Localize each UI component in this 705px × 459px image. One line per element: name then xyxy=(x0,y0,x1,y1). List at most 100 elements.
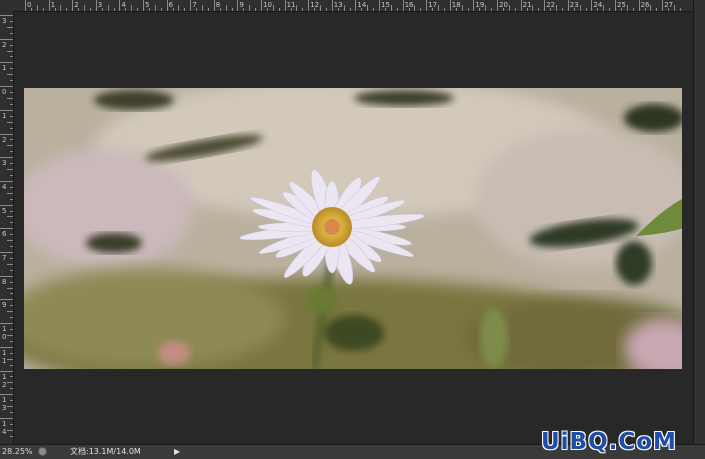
ruler-label: 1 xyxy=(50,1,56,9)
ruler-label: 11 xyxy=(286,1,296,9)
ruler-major-tick xyxy=(426,0,428,11)
ruler-minor-tick xyxy=(7,406,13,408)
ruler-label: 10 xyxy=(263,1,272,9)
ruler-minor-tick xyxy=(7,97,13,99)
ruler-major-tick xyxy=(591,0,593,11)
ruler-minor-tick xyxy=(184,8,186,11)
ruler-minor-tick xyxy=(10,103,13,105)
ruler-minor-tick xyxy=(249,5,251,11)
ruler-minor-tick xyxy=(467,8,469,11)
ruler-label: 20 xyxy=(499,1,508,9)
ruler-major-tick xyxy=(0,109,13,111)
horizontal-ruler[interactable]: 0 1 2 3 4 5 6 7 8 9 10 11 12 13 14 15 16 17 18 19 20 21 22 23 24… xyxy=(13,0,693,12)
vertical-ruler[interactable]: 32101234567891 01 11 21 31 4 xyxy=(0,11,14,444)
ruler-minor-tick xyxy=(10,376,13,378)
ruler-minor-tick xyxy=(10,435,13,437)
ruler-minor-tick xyxy=(7,26,13,28)
ruler-minor-tick xyxy=(485,5,487,11)
ruler-minor-tick xyxy=(10,92,13,94)
ruler-major-tick xyxy=(544,0,546,11)
ruler-minor-tick xyxy=(349,8,351,11)
ruler-minor-tick xyxy=(7,429,13,431)
ruler-major-tick xyxy=(662,0,664,11)
info-icon[interactable] xyxy=(38,447,47,456)
ruler-label: 2 xyxy=(74,1,79,9)
ruler-minor-tick xyxy=(420,8,422,11)
ruler-minor-tick xyxy=(36,5,38,11)
ruler-minor-tick xyxy=(10,139,13,141)
document-image[interactable] xyxy=(24,88,682,369)
ruler-minor-tick xyxy=(66,8,68,11)
document-size-info: 文档:13.1M/14.0M xyxy=(70,447,141,456)
ruler-major-tick xyxy=(497,0,498,11)
ruler-major-tick xyxy=(48,0,50,11)
ruler-major-tick xyxy=(567,0,569,11)
ruler-minor-tick xyxy=(10,388,13,390)
ruler-label: 1 1 xyxy=(2,348,7,365)
ruler-major-tick xyxy=(0,157,13,159)
ruler-major-tick xyxy=(0,86,13,88)
ruler-label: 7 xyxy=(2,254,7,262)
ruler-minor-tick xyxy=(10,329,13,331)
ruler-label: 3 xyxy=(2,159,7,168)
ruler-label: 0 xyxy=(2,88,7,97)
ruler-major-tick xyxy=(237,0,239,11)
ruler-minor-tick xyxy=(656,8,658,11)
ruler-minor-tick xyxy=(396,8,398,11)
ruler-label: 1 2 xyxy=(2,372,7,389)
ruler-label: 21 xyxy=(522,1,532,9)
ruler-major-tick xyxy=(308,0,310,11)
ruler-major-tick xyxy=(0,38,13,40)
ruler-minor-tick xyxy=(532,5,534,11)
ruler-minor-tick xyxy=(561,8,563,11)
ruler-label: 5 xyxy=(2,206,7,215)
ruler-label: 19 xyxy=(475,1,485,9)
status-menu-arrow-icon[interactable]: ▶ xyxy=(174,447,180,457)
ruler-major-tick xyxy=(143,0,144,11)
ruler-minor-tick xyxy=(632,8,634,11)
ruler-major-tick xyxy=(95,0,97,11)
ruler-minor-tick xyxy=(626,5,628,11)
ruler-label: 1 4 xyxy=(2,419,7,436)
ruler-minor-tick xyxy=(10,80,13,82)
ruler-major-tick xyxy=(190,0,192,11)
ruler-minor-tick xyxy=(10,174,13,176)
ruler-minor-tick xyxy=(10,44,13,46)
ruler-major-tick xyxy=(331,0,333,11)
ruler-label: 1 0 xyxy=(2,325,7,342)
ruler-minor-tick xyxy=(60,5,62,11)
zoom-level[interactable]: 28.25% xyxy=(2,447,33,457)
ruler-label: 13 xyxy=(333,1,343,9)
ruler-label: 9 xyxy=(239,1,244,9)
ruler-minor-tick xyxy=(10,364,13,366)
ruler-minor-tick xyxy=(154,5,156,11)
ruler-minor-tick xyxy=(10,186,13,188)
ruler-minor-tick xyxy=(320,5,321,11)
ruler-label: 6 xyxy=(2,230,7,239)
ruler-minor-tick xyxy=(7,287,13,289)
ruler-label: 16 xyxy=(404,1,414,9)
ruler-label: 8 xyxy=(215,1,221,9)
ruler-minor-tick xyxy=(272,5,274,11)
ruler-minor-tick xyxy=(7,216,13,218)
ruler-minor-tick xyxy=(508,5,510,11)
ruler-minor-tick xyxy=(207,8,209,11)
ruler-major-tick xyxy=(25,0,26,11)
ruler-major-tick xyxy=(638,0,640,11)
ruler-major-tick xyxy=(402,0,404,11)
ruler-minor-tick xyxy=(10,115,13,117)
ruler-minor-tick xyxy=(443,8,445,11)
ruler-minor-tick xyxy=(679,8,681,11)
ruler-label: 1 xyxy=(2,111,7,120)
ruler-minor-tick xyxy=(650,5,652,11)
ruler-minor-tick xyxy=(89,8,91,11)
ruler-minor-tick xyxy=(202,5,203,11)
ruler-label: 14 xyxy=(357,1,367,9)
ruler-minor-tick xyxy=(42,8,44,11)
ruler-minor-tick xyxy=(10,127,13,129)
vertical-scrollbar[interactable] xyxy=(693,0,705,444)
ruler-label: 18 xyxy=(451,1,461,9)
ruler-major-tick xyxy=(261,0,262,11)
ruler-minor-tick xyxy=(7,334,13,336)
ruler-minor-tick xyxy=(367,5,369,11)
